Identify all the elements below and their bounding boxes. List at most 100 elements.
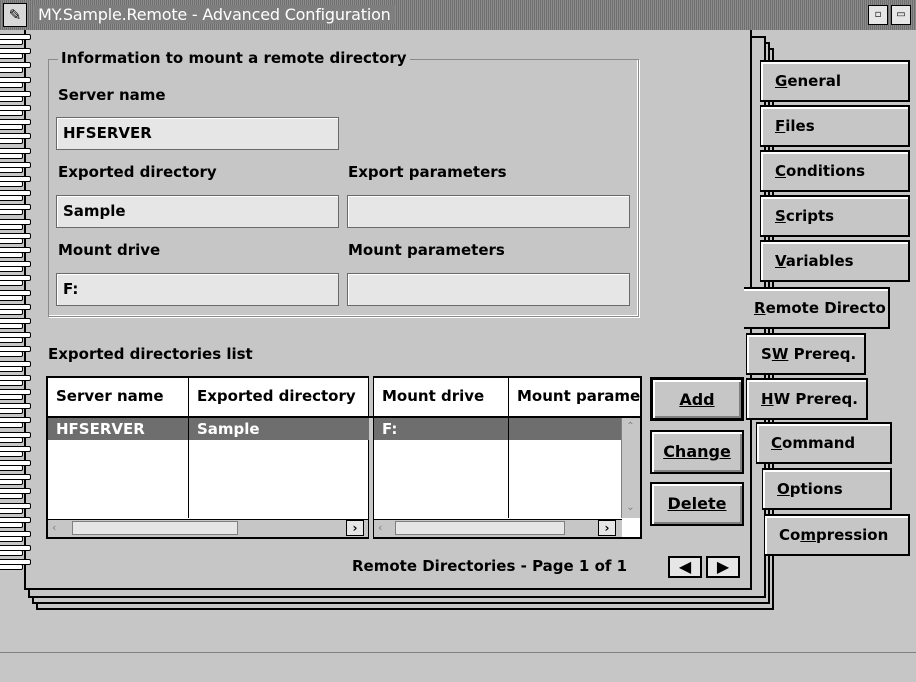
change-button[interactable]: Change — [650, 430, 744, 474]
tab-sw-prereq[interactable]: SW Prereq. — [746, 333, 866, 375]
spiral-ring — [0, 275, 40, 288]
spiral-ring — [0, 62, 40, 75]
tab-label: SW Prereq. — [761, 345, 857, 363]
scroll-up-icon[interactable]: ⌃ — [623, 419, 638, 435]
scroll-right-icon[interactable]: › — [598, 520, 616, 536]
spiral-ring — [0, 502, 40, 516]
next-page-button[interactable]: ▶ — [706, 556, 740, 578]
export-parameters-field[interactable] — [347, 195, 630, 228]
spiral-ring — [0, 261, 40, 274]
column-header-server-name[interactable]: Server name — [48, 378, 189, 416]
table-row-cell-drive[interactable]: F: — [374, 418, 508, 440]
column-header-exported-directory[interactable]: Exported directory — [189, 378, 369, 416]
arrow-left-icon: ◀ — [678, 557, 692, 576]
tab-compression[interactable]: Compression — [764, 514, 910, 556]
delete-button-label: Delete — [667, 494, 727, 513]
table-row-cell-server[interactable]: HFSERVER — [48, 418, 188, 440]
arrow-right-icon: ▶ — [716, 557, 730, 576]
tab-general[interactable]: General — [760, 60, 910, 102]
tab-scripts[interactable]: Scripts — [760, 195, 910, 237]
spiral-ring — [0, 332, 40, 345]
spiral-ring — [0, 204, 40, 217]
spiral-ring — [0, 460, 40, 473]
spiral-ring — [0, 559, 40, 572]
export-parameters-label: Export parameters — [348, 163, 507, 181]
spiral-ring — [0, 90, 40, 104]
scroll-down-icon[interactable]: ⌄ — [623, 500, 638, 516]
tab-remote-directo[interactable]: Remote Directo — [744, 287, 890, 329]
tab-label: General — [775, 72, 841, 90]
spiral-ring — [0, 474, 40, 487]
spiral-ring — [0, 48, 40, 61]
notepad-icon[interactable]: ✎ — [3, 3, 27, 27]
spiral-ring — [0, 389, 40, 402]
tab-label: Scripts — [775, 207, 835, 225]
restore-button[interactable]: ▭ — [891, 5, 911, 25]
tab-label: Files — [775, 117, 815, 135]
spiral-ring — [0, 403, 40, 416]
tab-files[interactable]: Files — [760, 105, 910, 147]
spiral-ring — [0, 105, 40, 118]
add-button-label: Add — [679, 390, 715, 409]
spiral-ring — [0, 431, 40, 445]
change-button-label: Change — [663, 442, 731, 461]
table-row-cell-exported[interactable]: Sample — [189, 418, 369, 440]
spiral-ring — [0, 232, 40, 246]
mount-parameters-field[interactable] — [347, 273, 630, 306]
exported-directory-label: Exported directory — [58, 163, 217, 181]
spiral-ring — [0, 190, 40, 203]
spiral-ring — [0, 531, 40, 544]
status-bar — [0, 652, 916, 682]
exported-directory-field[interactable]: Sample — [56, 195, 339, 228]
server-name-label: Server name — [58, 86, 166, 104]
previous-page-button[interactable]: ◀ — [668, 556, 702, 578]
tab-label: Variables — [775, 252, 854, 270]
spiral-ring — [0, 76, 40, 90]
tab-label: Options — [777, 480, 843, 498]
spiral-ring — [0, 374, 40, 388]
spiral-ring — [0, 303, 40, 317]
scroll-right-icon[interactable]: › — [346, 520, 364, 536]
scroll-left-icon[interactable]: ‹ — [52, 521, 66, 535]
add-button[interactable]: Add — [650, 377, 744, 421]
tab-label: HW Prereq. — [761, 390, 858, 408]
spiral-ring — [0, 545, 40, 558]
spiral-ring — [0, 516, 40, 530]
tab-conditions[interactable]: Conditions — [760, 150, 910, 192]
spiral-ring — [0, 147, 40, 161]
tab-options[interactable]: Options — [762, 468, 892, 510]
spiral-ring — [0, 346, 40, 359]
mount-parameters-label: Mount parameters — [348, 241, 505, 259]
tab-command[interactable]: Command — [756, 422, 892, 464]
tab-label: Compression — [779, 526, 889, 544]
tab-label: Command — [771, 434, 856, 452]
tab-label: Remote Directo — [754, 299, 886, 317]
spiral-ring — [0, 161, 40, 175]
column-header-mount-drive[interactable]: Mount drive — [374, 378, 509, 416]
tab-variables[interactable]: Variables — [760, 240, 910, 282]
delete-button[interactable]: Delete — [650, 482, 744, 526]
minimize-button[interactable]: ▫ — [868, 5, 888, 25]
table-row-cell-mount-params[interactable] — [509, 418, 621, 440]
server-name-field[interactable]: HFSERVER — [56, 117, 339, 150]
tab-hw-prereq[interactable]: HW Prereq. — [746, 378, 868, 420]
spiral-ring — [0, 119, 40, 132]
scroll-thumb[interactable] — [72, 521, 238, 535]
spiral-binding — [0, 34, 40, 574]
page-indicator: Remote Directories - Page 1 of 1 — [352, 557, 628, 575]
spiral-ring — [0, 176, 40, 189]
spiral-ring — [0, 417, 40, 430]
scroll-left-icon[interactable]: ‹ — [378, 521, 392, 535]
scroll-thumb[interactable] — [395, 521, 565, 535]
spiral-ring — [0, 445, 40, 459]
spiral-ring — [0, 289, 40, 303]
exported-directories-list-label: Exported directories list — [48, 345, 253, 363]
mount-drive-field[interactable]: F: — [56, 273, 339, 306]
spiral-ring — [0, 488, 40, 501]
spiral-ring — [0, 133, 40, 146]
spiral-ring — [0, 318, 40, 331]
column-header-mount-parameters[interactable]: Mount parame — [509, 378, 640, 416]
spiral-ring — [0, 34, 40, 47]
window-title: MY.Sample.Remote - Advanced Configuratio… — [34, 5, 395, 24]
group-title: Information to mount a remote directory — [58, 49, 410, 67]
